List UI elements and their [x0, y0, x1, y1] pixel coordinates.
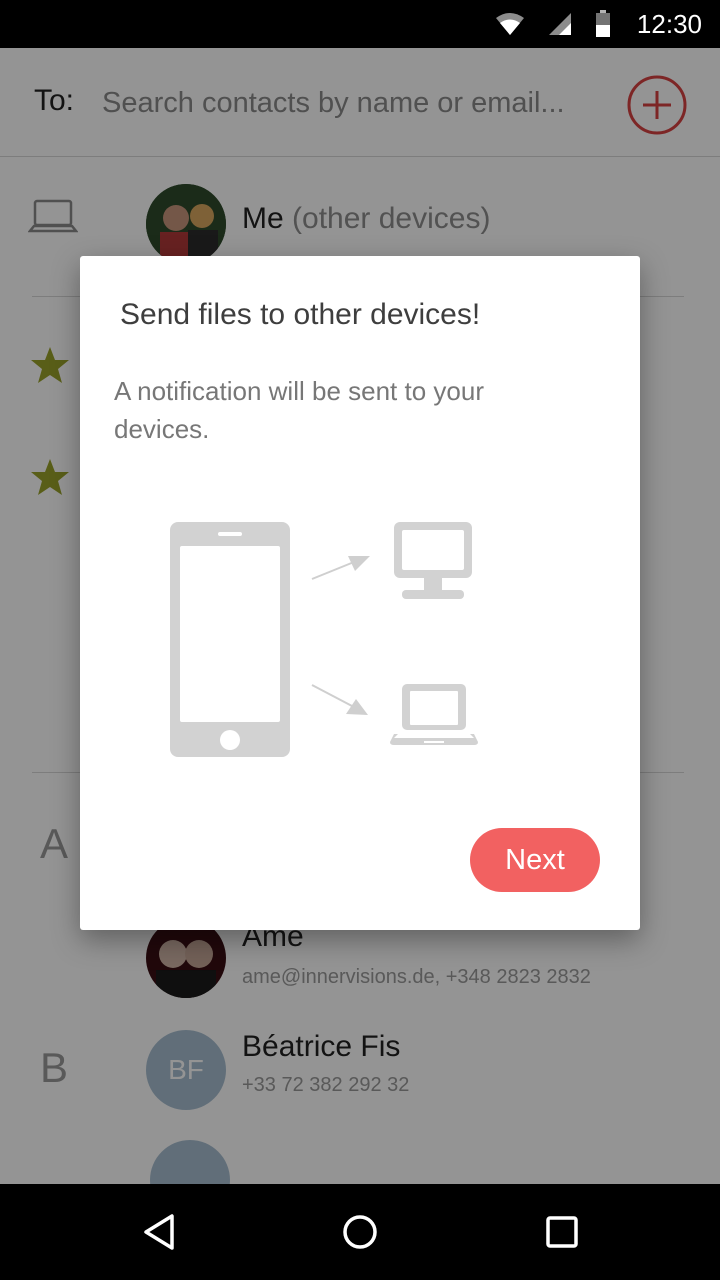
- back-icon[interactable]: [134, 1206, 186, 1258]
- desktop-icon: [394, 522, 472, 599]
- laptop-icon: [390, 684, 478, 745]
- onboarding-dialog: Send files to other devices! A notificat…: [80, 256, 640, 930]
- home-icon[interactable]: [334, 1206, 386, 1258]
- status-time: 12:30: [636, 8, 702, 39]
- arrow-icon: [311, 684, 368, 715]
- wifi-icon: [495, 13, 524, 35]
- navigation-bar: [0, 1184, 720, 1280]
- arrow-icon: [311, 556, 370, 580]
- battery-icon: [595, 10, 610, 37]
- recents-icon[interactable]: [536, 1206, 588, 1258]
- status-icons: 12:30: [495, 0, 702, 48]
- phone-icon: [170, 522, 290, 757]
- next-button[interactable]: Next: [470, 828, 600, 892]
- cell-signal-icon: [548, 13, 571, 35]
- status-bar: 12:30: [0, 0, 720, 48]
